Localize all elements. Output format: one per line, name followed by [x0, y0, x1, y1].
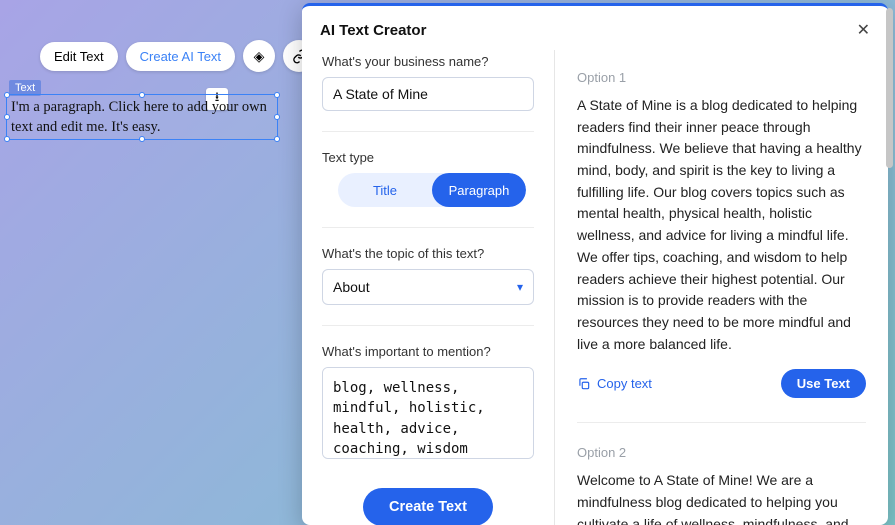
segment-paragraph[interactable]: Paragraph	[432, 173, 526, 207]
resize-handle[interactable]	[139, 136, 145, 142]
option-label: Option 2	[577, 445, 866, 460]
ai-text-creator-panel: AI Text Creator ✕ What's your business n…	[302, 3, 888, 525]
panel-title: AI Text Creator	[320, 22, 426, 39]
use-text-button[interactable]: Use Text	[781, 369, 866, 398]
option-label: Option 1	[577, 70, 866, 85]
text-type-label: Text type	[322, 150, 534, 165]
copy-icon	[577, 377, 591, 391]
resize-handle[interactable]	[274, 136, 280, 142]
resize-handle[interactable]	[274, 92, 280, 98]
copy-text-label: Copy text	[597, 376, 652, 391]
close-icon[interactable]: ✕	[857, 20, 870, 40]
important-label: What's important to mention?	[322, 344, 534, 359]
resize-handle[interactable]	[139, 92, 145, 98]
resize-handle[interactable]	[274, 114, 280, 120]
important-textarea[interactable]: blog, wellness, mindful, holistic, healt…	[322, 367, 534, 459]
option-body: A State of Mine is a blog dedicated to h…	[577, 95, 866, 355]
edit-text-button[interactable]: Edit Text	[40, 42, 118, 71]
create-text-button[interactable]: Create Text	[363, 488, 493, 525]
placeholder-text: I'm a paragraph. Click here to add your …	[11, 99, 267, 135]
business-name-label: What's your business name?	[322, 54, 534, 69]
business-name-input[interactable]	[322, 77, 534, 111]
selected-text-block[interactable]: I'm a paragraph. Click here to add your …	[6, 94, 278, 140]
topic-value: About	[333, 279, 370, 295]
chevron-down-icon: ▾	[517, 280, 523, 294]
topic-label: What's the topic of this text?	[322, 246, 534, 261]
resize-handle[interactable]	[4, 136, 10, 142]
copy-text-link[interactable]: Copy text	[577, 376, 652, 391]
topic-select[interactable]: About ▾	[322, 269, 534, 305]
segment-title[interactable]: Title	[338, 173, 432, 207]
resize-handle[interactable]	[4, 92, 10, 98]
option-body: Welcome to A State of Mine! We are a min…	[577, 470, 866, 525]
animation-icon[interactable]: ◈	[243, 40, 275, 72]
resize-handle[interactable]	[4, 114, 10, 120]
create-ai-text-button[interactable]: Create AI Text	[126, 42, 235, 71]
